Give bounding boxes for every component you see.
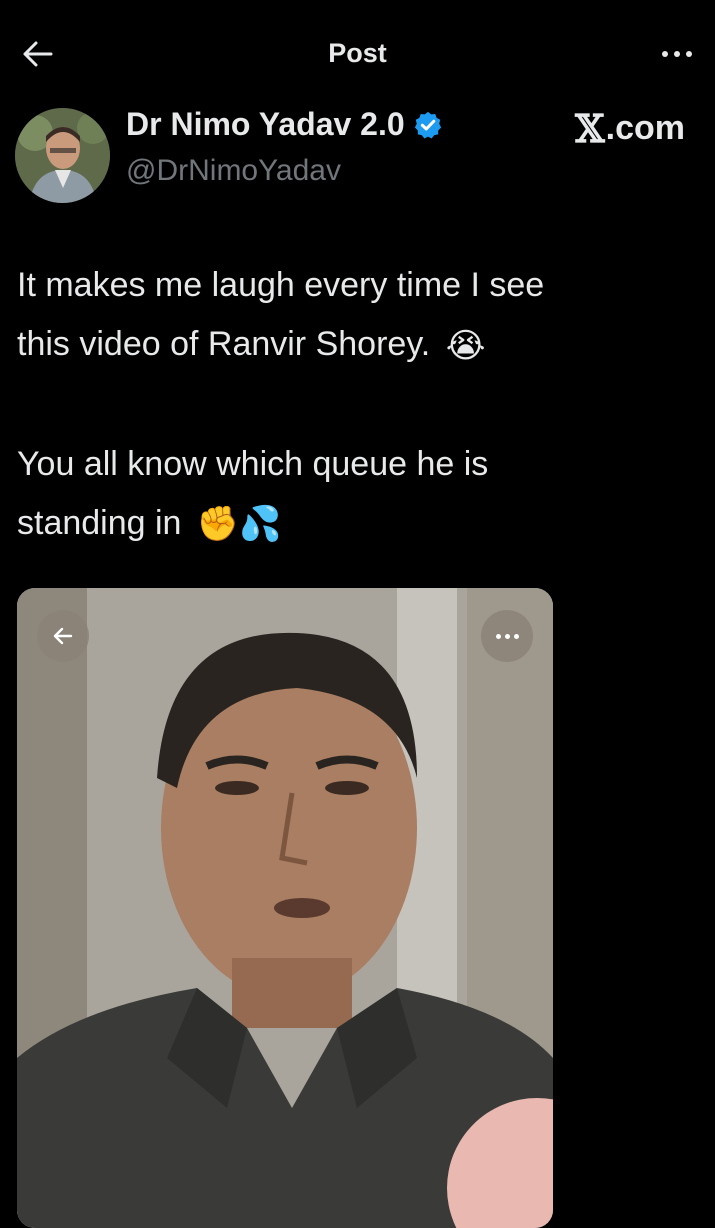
avatar[interactable] — [15, 108, 110, 203]
page-title: Post — [328, 38, 387, 68]
more-horizontal-icon — [662, 51, 668, 57]
tweet-text: It makes me laugh every time I see this … — [17, 256, 697, 554]
arrow-left-icon — [53, 627, 73, 645]
tweet-line-2: this video of Ranvir Shorey. 😭 — [17, 315, 697, 376]
tweet-line-4: standing in ✊💦 — [17, 494, 697, 555]
display-name[interactable]: Dr Nimo Yadav 2.0 — [126, 106, 443, 143]
x-logo-icon: 𝕏 — [575, 106, 605, 151]
tweet-line-2-text: this video of Ranvir Shorey. — [17, 325, 431, 363]
more-options-button[interactable] — [657, 34, 697, 74]
media-more-button[interactable] — [481, 610, 533, 662]
source-label-text: .com — [605, 109, 685, 147]
fist-and-droplets-emoji-icon: ✊💦 — [196, 505, 282, 544]
crying-emoji-icon: 😭 — [445, 326, 486, 365]
top-bar: Post — [0, 0, 715, 105]
verified-badge-icon — [414, 111, 441, 138]
media-back-button[interactable] — [37, 610, 89, 662]
tweet-line-4-text: standing in — [17, 503, 182, 542]
display-name-text: Dr Nimo Yadav 2.0 — [126, 106, 405, 142]
tweet-line-3: You all know which queue he is — [17, 444, 489, 483]
author-row: Dr Nimo Yadav 2.0 @DrNimoYadav 𝕏 .com — [0, 100, 715, 210]
source-label: 𝕏 .com — [575, 106, 685, 151]
handle[interactable]: @DrNimoYadav — [126, 154, 341, 188]
video-frame — [17, 588, 553, 1228]
more-horizontal-icon — [495, 633, 501, 639]
tweet-video[interactable] — [17, 588, 553, 1228]
tweet-line-1: It makes me laugh every time I see — [17, 266, 545, 304]
avatar-image — [15, 108, 110, 203]
